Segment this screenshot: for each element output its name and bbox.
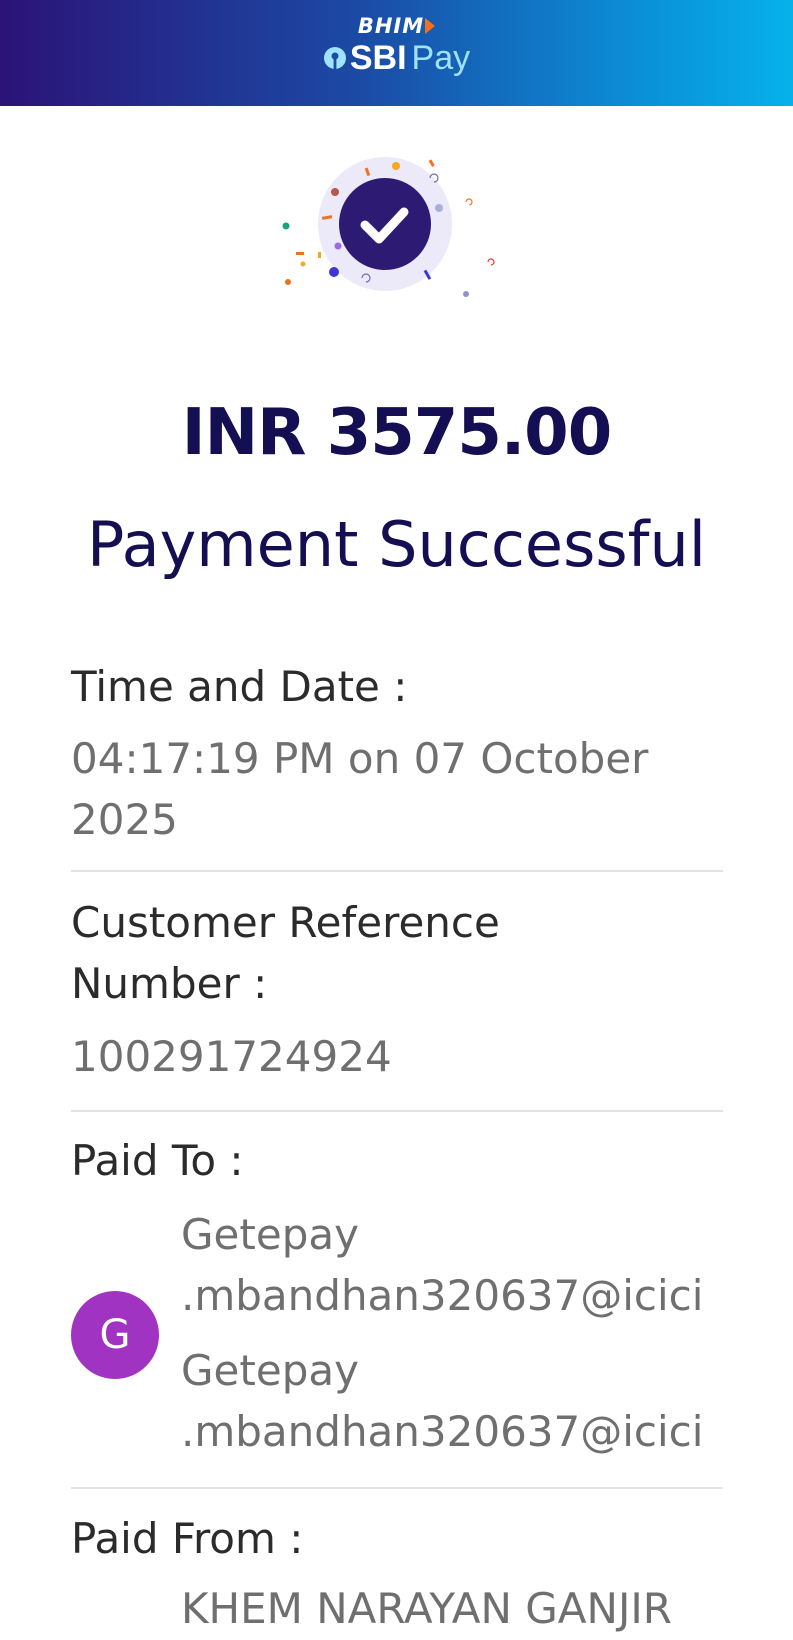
time-date-value-line2: 2025 bbox=[71, 795, 178, 844]
payee-vpa-line1: Getepay bbox=[181, 1346, 359, 1395]
paid-to-label: Paid To : bbox=[71, 1136, 244, 1185]
payee-name-line2: .mbandhan320637@icici bbox=[181, 1271, 704, 1320]
payee-vpa-line2: .mbandhan320637@icici bbox=[181, 1407, 704, 1456]
divider bbox=[71, 870, 723, 872]
time-date-label: Time and Date : bbox=[71, 662, 408, 711]
app-header: BHIM SBI Pay bbox=[0, 0, 793, 106]
payee-avatar: G bbox=[71, 1291, 159, 1379]
payee-name-line1: Getepay bbox=[181, 1210, 359, 1259]
divider bbox=[71, 1110, 723, 1112]
time-date-value-line1: 04:17:19 PM on 07 October bbox=[71, 734, 649, 783]
paid-from-label: Paid From : bbox=[71, 1514, 304, 1563]
payer-name: KHEM NARAYAN GANJIR bbox=[181, 1584, 672, 1633]
reference-number-value: 100291724924 bbox=[71, 1032, 392, 1081]
sbi-text: SBI bbox=[349, 39, 407, 77]
bhim-sbi-pay-logo: BHIM SBI Pay bbox=[0, 14, 793, 78]
reference-label-line1: Customer Reference bbox=[71, 898, 500, 947]
payment-status: Payment Successful bbox=[86, 508, 707, 581]
success-check-icon bbox=[282, 157, 495, 297]
sbi-logo-icon bbox=[323, 47, 346, 69]
pay-text: Pay bbox=[411, 39, 471, 77]
reference-label-line2: Number : bbox=[71, 959, 268, 1008]
bhim-arrow-icon bbox=[425, 18, 436, 34]
payment-amount: INR 3575.00 bbox=[181, 396, 612, 470]
sbi-pay-wordmark: SBI Pay bbox=[0, 38, 793, 78]
divider bbox=[71, 1487, 723, 1489]
bhim-text: BHIM bbox=[357, 14, 425, 38]
bhim-wordmark: BHIM bbox=[357, 14, 436, 38]
